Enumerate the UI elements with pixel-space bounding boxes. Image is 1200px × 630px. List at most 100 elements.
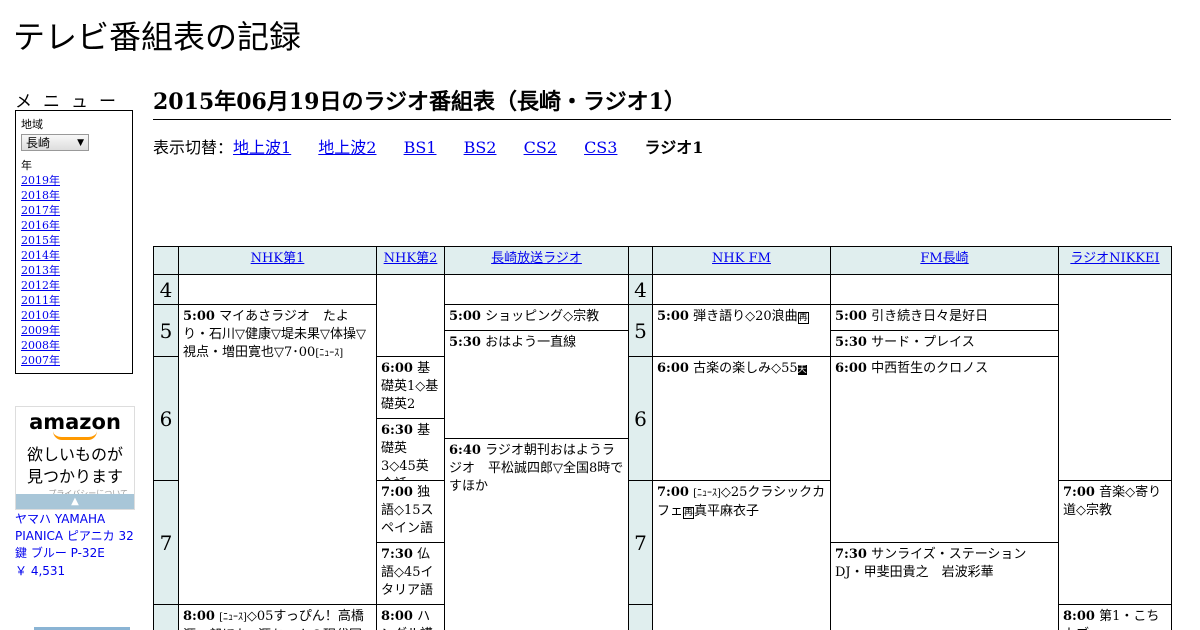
- program-cell[interactable]: 7:00 音楽◇寄り道◇宗教: [1058, 480, 1172, 605]
- menu-box: 地域 長崎 ▼ 年 2019年 2018年 2017年 2016年 2015年 …: [15, 110, 133, 374]
- program-time: 5:30: [449, 335, 481, 350]
- channel-link[interactable]: NHK第1: [251, 251, 305, 266]
- page-title: 2015年06月19日のラジオ番組表（長崎・ラジオ1）: [153, 84, 1171, 120]
- program-title: 古楽の楽しみ◇55: [693, 361, 798, 376]
- program-title: ショッピング◇宗教: [485, 309, 600, 324]
- program-cell[interactable]: 6:30 基礎英3◇45英会話: [376, 418, 445, 481]
- year-link[interactable]: 2016年: [21, 218, 127, 233]
- program-cell[interactable]: 5:00 弾き語り◇20浪曲再: [652, 304, 831, 357]
- channel-link[interactable]: NHK第2: [384, 251, 438, 266]
- year-link[interactable]: 2017年: [21, 203, 127, 218]
- program-cell[interactable]: 5:00 ショッピング◇宗教: [444, 304, 629, 331]
- ad-copy-line1: 欲しいものが: [26, 445, 123, 464]
- program-cell[interactable]: 7:30 サンライズ・ステーションDJ・甲斐田貴之 岩波彩華: [830, 542, 1059, 630]
- channel-header: NHK第1: [178, 246, 377, 275]
- program-time: 6:40: [449, 443, 481, 458]
- hour-cell: 5: [153, 304, 179, 357]
- program-time: 7:00: [1063, 485, 1095, 500]
- caret-up-icon: ▲: [71, 496, 79, 507]
- program-cell-empty: [178, 274, 377, 305]
- year-link[interactable]: 2007年: [21, 353, 127, 368]
- switch-link[interactable]: 地上波2: [318, 138, 376, 157]
- program-cell[interactable]: 8:00 ハングル講座: [376, 604, 445, 630]
- program-cell-empty: [830, 274, 1059, 305]
- ad-copy-line2: 見つかります: [26, 467, 123, 486]
- program-cell[interactable]: 7:30 仏語◇45イタリア語: [376, 542, 445, 605]
- menu-heading: メニュー: [15, 92, 127, 112]
- program-cell[interactable]: 7:00 [ﾆｭｰｽ]◇25クラシックカフェ再真平麻衣子: [652, 480, 831, 630]
- program-title: 真平麻衣子: [694, 504, 760, 519]
- switch-link[interactable]: BS1: [404, 138, 437, 157]
- region-select[interactable]: 長崎 ▼: [21, 134, 89, 151]
- program-cell[interactable]: 6:00 中西哲生のクロノス: [830, 356, 1059, 543]
- program-title: おはよう一直線: [485, 335, 577, 350]
- channel-header: 長崎放送ラジオ: [444, 246, 629, 275]
- program-title: サード・プレイス: [871, 335, 975, 350]
- site-title: テレビ番組表の記録: [13, 18, 302, 56]
- program-cell[interactable]: 5:00 引き続き日々是好日: [830, 304, 1059, 331]
- program-time: 7:30: [381, 547, 413, 562]
- region-label: 地域: [21, 118, 43, 131]
- channel-link[interactable]: ラジオNIKKEI: [1070, 251, 1159, 266]
- channel-link[interactable]: NHK FM: [712, 251, 771, 266]
- channel-header: ラジオNIKKEI: [1058, 246, 1172, 275]
- hour-cell: 4: [153, 274, 179, 305]
- program-time: 6:00: [835, 361, 867, 376]
- year-link[interactable]: 2010年: [21, 308, 127, 323]
- program-time: 8:00: [183, 609, 215, 624]
- program-cell[interactable]: 6:00 古楽の楽しみ◇55天: [652, 356, 831, 481]
- switch-link[interactable]: CS2: [524, 138, 557, 157]
- program-time: 7:00: [657, 485, 689, 500]
- news-tag: [ﾆｭｰｽ]: [315, 348, 344, 359]
- hour-cell: 7: [628, 480, 653, 605]
- program-cell[interactable]: 5:00 マイあさラジオ たより・石川▽健康▽堤未果▽体操▽視点・増田寛也▽7･…: [178, 304, 377, 605]
- news-tag: [ﾆｭｰｽ]: [693, 488, 721, 499]
- program-time: 5:00: [657, 309, 689, 324]
- year-link[interactable]: 2015年: [21, 233, 127, 248]
- switch-link[interactable]: 地上波1: [233, 138, 291, 157]
- view-switcher: 表示切替：地上波1 地上波2 BS1 BS2 CS2 CS3 ラジオ1: [153, 134, 703, 158]
- hour-cell: 4: [628, 274, 653, 305]
- year-link[interactable]: 2011年: [21, 293, 127, 308]
- year-link[interactable]: 2014年: [21, 248, 127, 263]
- program-time: 5:00: [183, 309, 215, 324]
- program-time: 6:00: [657, 361, 689, 376]
- switch-link[interactable]: BS2: [464, 138, 497, 157]
- weather-mark-icon: 天: [797, 365, 807, 375]
- header-corner: [628, 246, 653, 275]
- ad-collapse-bar[interactable]: ▲: [16, 494, 134, 509]
- year-link[interactable]: 2012年: [21, 278, 127, 293]
- hour-cell: 6: [153, 356, 179, 481]
- channel-link[interactable]: 長崎放送ラジオ: [491, 251, 582, 266]
- year-link[interactable]: 2009年: [21, 323, 127, 338]
- program-cell[interactable]: 6:40 ラジオ朝刊おはようラジオ 平松誠四郎▽全国8時ですほか: [444, 438, 629, 630]
- year-link[interactable]: 2019年: [21, 173, 127, 188]
- rerun-mark-icon: 再: [683, 507, 695, 519]
- news-tag: [ﾆｭｰｽ]: [219, 612, 247, 623]
- program-cell[interactable]: 5:30 サード・プレイス: [830, 330, 1059, 357]
- switch-link[interactable]: CS3: [584, 138, 617, 157]
- schedule-table: NHK第1 NHK第2 長崎放送ラジオ NHK FM FM長崎 ラジオNIKKE…: [153, 246, 1172, 630]
- program-cell[interactable]: 8:00 [ﾆｭｰｽ]◇05すっぴん！高橋源一郎ほか▽源ちゃんの現代国語: [178, 604, 377, 630]
- program-cell[interactable]: 6:00 基礎英1◇基礎英2: [376, 356, 445, 419]
- program-cell-empty: [376, 274, 445, 357]
- ad-product-link[interactable]: ヤマハ YAMAHA PIANICA ピアニカ 32鍵 ブルー P-32E: [15, 511, 135, 562]
- year-link[interactable]: 2018年: [21, 188, 127, 203]
- program-time: 6:00: [381, 361, 413, 376]
- program-cell[interactable]: 8:00 第1・こちカブ: [1058, 604, 1172, 630]
- region-select-value: 長崎: [26, 136, 51, 150]
- channel-header: FM長崎: [830, 246, 1059, 275]
- rerun-mark-icon: 再: [797, 312, 809, 324]
- ad-product-price: ￥ 4,531: [15, 564, 66, 578]
- program-time: 8:00: [1063, 609, 1095, 624]
- program-cell[interactable]: 7:00 独語◇15スペイン語: [376, 480, 445, 543]
- year-link[interactable]: 2013年: [21, 263, 127, 278]
- amazon-ad-banner[interactable]: amazon 欲しいものが 見つかります プライバシーについて ▲: [15, 406, 135, 510]
- chevron-down-icon: ▼: [77, 138, 84, 148]
- program-cell-empty: [1058, 274, 1172, 481]
- program-time: 6:30: [381, 423, 413, 438]
- year-link[interactable]: 2008年: [21, 338, 127, 353]
- channel-link[interactable]: FM長崎: [920, 251, 968, 266]
- program-title: 中西哲生のクロノス: [871, 361, 989, 376]
- program-cell[interactable]: 5:30 おはよう一直線: [444, 330, 629, 439]
